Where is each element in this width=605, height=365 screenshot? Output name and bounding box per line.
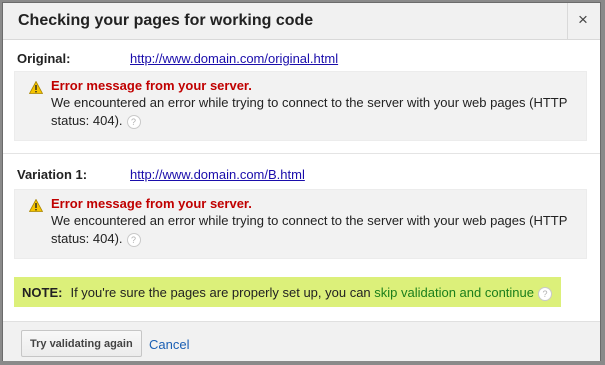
help-icon[interactable]: ? [126, 114, 141, 129]
validation-dialog: Checking your pages for working code × O… [2, 2, 601, 361]
cancel-link[interactable]: Cancel [149, 337, 189, 352]
variation-error-body: We encountered an error while trying to … [51, 212, 571, 248]
note-banner: NOTE: If you're sure the pages are proper… [14, 277, 561, 307]
section-divider [3, 153, 600, 154]
warning-icon [29, 199, 43, 212]
help-icon[interactable]: ? [538, 286, 553, 301]
variation-error-title: Error message from your server. [51, 196, 252, 211]
close-icon[interactable]: × [574, 11, 592, 29]
original-url-link[interactable]: http://www.domain.com/original.html [130, 51, 338, 66]
original-error-box: Error message from your server. We encou… [14, 71, 587, 141]
help-icon[interactable]: ? [126, 232, 141, 247]
variation-label: Variation 1: [17, 167, 88, 182]
original-row: Original: [17, 51, 70, 66]
dialog-footer: Try validating again Cancel [3, 321, 600, 361]
note-label: NOTE: [22, 285, 63, 300]
variation-url-link[interactable]: http://www.domain.com/B.html [130, 167, 305, 182]
original-error-body: We encountered an error while trying to … [51, 94, 571, 130]
dialog-title: Checking your pages for working code [18, 12, 314, 29]
note-text: NOTE: If you're sure the pages are proper… [22, 285, 553, 301]
variation-row: Variation 1: [17, 167, 87, 182]
try-validating-again-button[interactable]: Try validating again [21, 330, 142, 357]
warning-icon [29, 81, 43, 94]
dialog-titlebar: Checking your pages for working code × [3, 3, 600, 40]
close-divider [567, 3, 568, 39]
variation-error-box: Error message from your server. We encou… [14, 189, 587, 259]
skip-validation-link[interactable]: skip validation and continue [374, 285, 534, 300]
original-error-title: Error message from your server. [51, 78, 252, 93]
original-label: Original: [17, 51, 71, 66]
note-message: If you're sure the pages are properly se… [70, 285, 375, 300]
